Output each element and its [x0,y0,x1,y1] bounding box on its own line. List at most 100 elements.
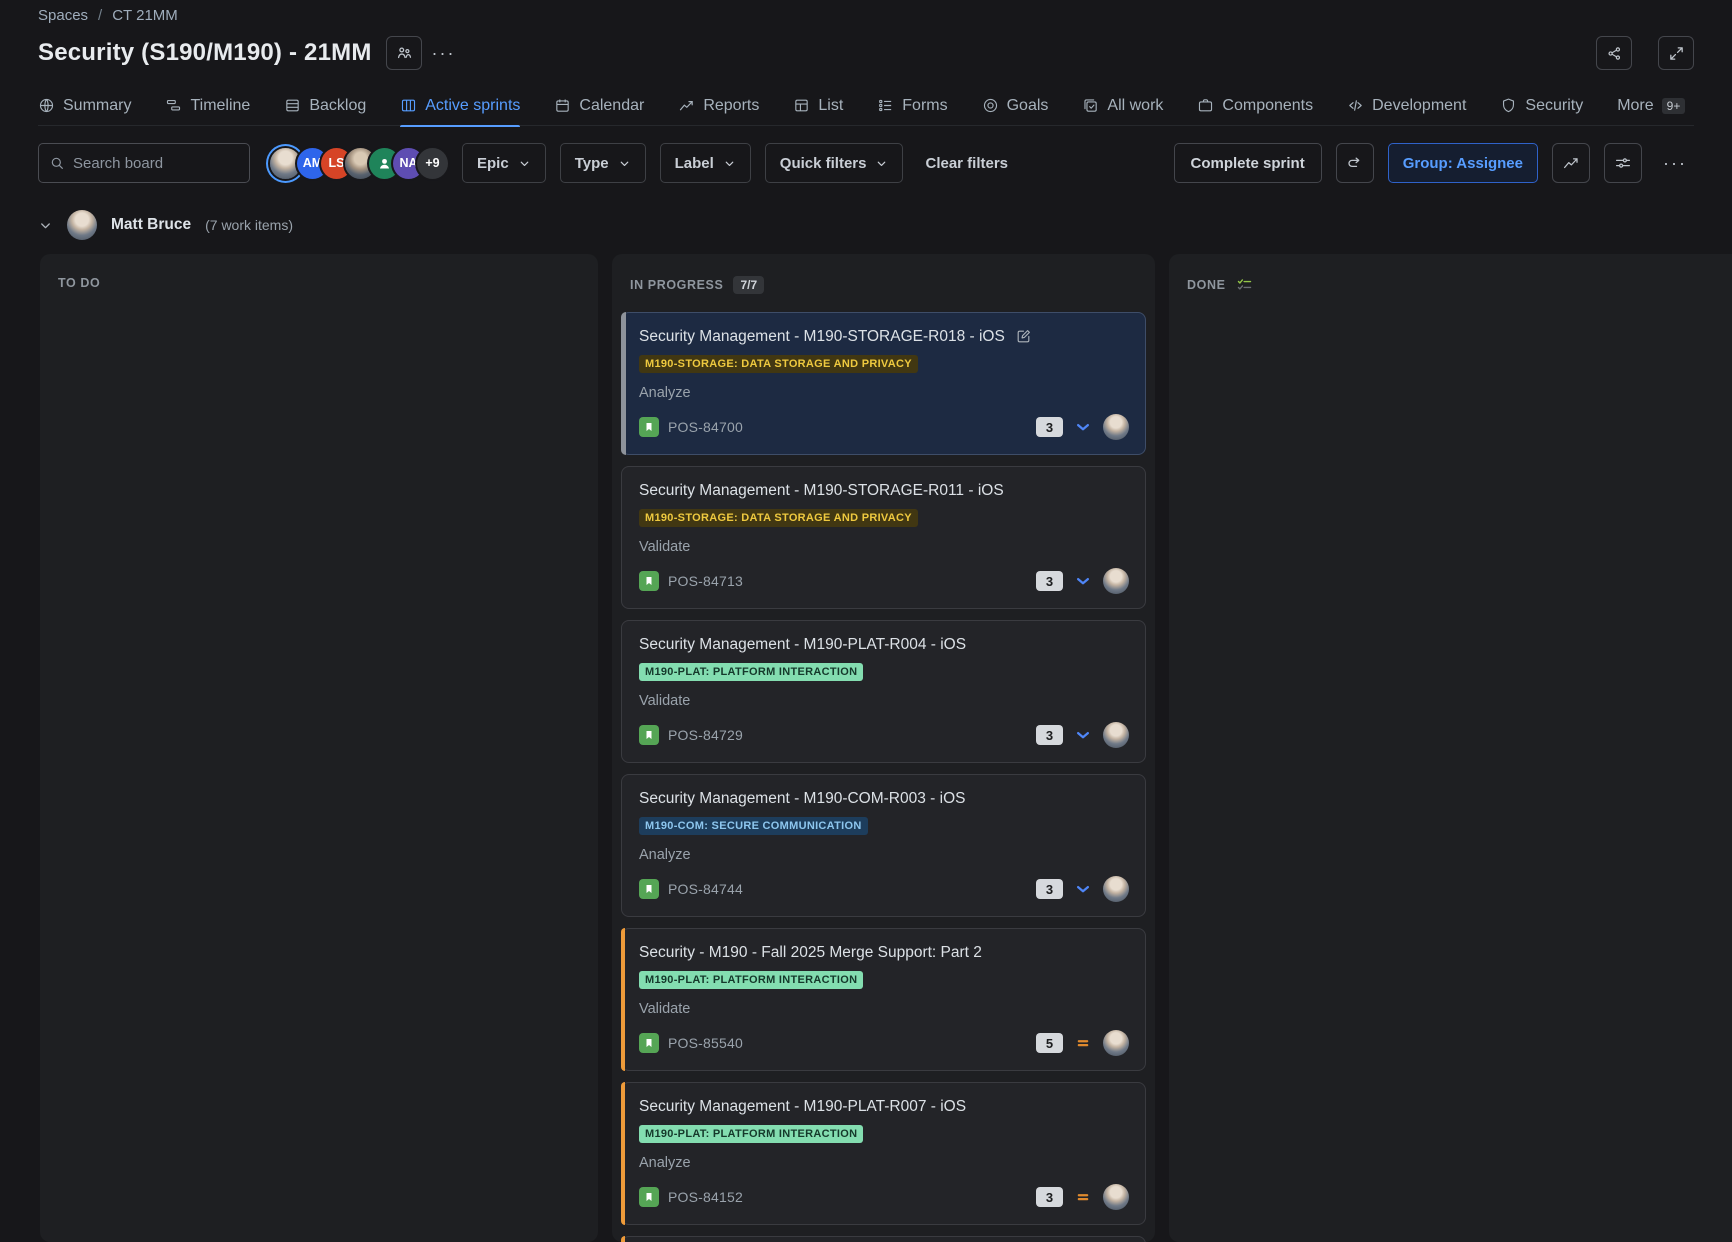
column-header: TO DO [40,254,598,304]
people-icon [395,44,413,62]
fullscreen-button[interactable] [1658,36,1694,70]
breadcrumb-project[interactable]: CT 21MM [112,7,178,24]
card-label[interactable]: M190-STORAGE: DATA STORAGE AND PRIVACY [639,509,918,527]
tab-reports[interactable]: Reports [678,86,759,126]
tab-goals[interactable]: Goals [982,86,1049,126]
avatar[interactable] [1103,1030,1129,1056]
column-todo: TO DO [40,254,598,1242]
card-label[interactable]: M190-PLAT: PLATFORM INTERACTION [639,971,863,989]
board-card[interactable]: Security - M190 - Fall 2025 Merge Suppor… [621,928,1146,1071]
tab-calendar[interactable]: Calendar [554,86,644,126]
card-key[interactable]: POS-85540 [668,1035,743,1051]
card-selection-bar [621,312,626,455]
assignee-avatar [67,210,97,240]
shield-icon [1500,97,1517,114]
search-input[interactable] [73,155,239,172]
automation-loop-icon [1346,154,1364,172]
title-more-button[interactable]: ··· [432,43,456,64]
breadcrumb-spaces[interactable]: Spaces [38,7,88,24]
label-filter-dropdown[interactable]: Label [660,143,751,183]
checklist-icon [1236,276,1253,293]
card-title[interactable]: Security Management - M190-COM-R003 - iO… [639,789,965,808]
card-title[interactable]: Security Management - M190-PLAT-R007 - i… [639,1097,966,1116]
avatar[interactable] [1103,568,1129,594]
board-card[interactable]: Security Management - M190-STORAGE-R011 … [621,466,1146,609]
column-done: DONE [1169,254,1732,1242]
card-key[interactable]: POS-84700 [668,419,743,435]
page-header: Spaces / CT 21MM Security (S190/M190) - … [0,0,1732,126]
collapse-group-button[interactable] [38,218,53,233]
column-header: DONE [1169,254,1732,307]
search-board-box[interactable] [38,143,250,183]
more-count-badge: 9+ [1662,98,1686,114]
check-square-icon [1082,97,1099,114]
avatar[interactable] [1103,414,1129,440]
priority-low-icon [1074,726,1092,744]
tab-development[interactable]: Development [1347,86,1466,126]
share-button[interactable] [1596,36,1632,70]
tab-bar: Summary Timeline Backlog Active sprints … [38,86,1694,126]
insights-icon [1562,154,1580,172]
board-card-partial[interactable] [621,1236,1146,1242]
board-card[interactable]: Security Management - M190-COM-R003 - iO… [621,774,1146,917]
edit-icon[interactable] [1015,328,1032,345]
board-card[interactable]: Security Management - M190-PLAT-R004 - i… [621,620,1146,763]
quick-filters-dropdown[interactable]: Quick filters [765,143,904,183]
complete-sprint-button[interactable]: Complete sprint [1174,143,1322,183]
code-icon [1347,97,1364,114]
board-card[interactable]: Security Management - M190-PLAT-R007 - i… [621,1082,1146,1225]
avatar[interactable] [1103,876,1129,902]
card-key[interactable]: POS-84744 [668,881,743,897]
story-type-icon [639,571,659,591]
card-key[interactable]: POS-84729 [668,727,743,743]
tab-list[interactable]: List [793,86,843,126]
forms-icon [877,97,894,114]
epic-filter-dropdown[interactable]: Epic [462,143,546,183]
person-icon [376,155,393,172]
tab-security[interactable]: Security [1500,86,1583,126]
type-filter-dropdown[interactable]: Type [560,143,646,183]
column-title: IN PROGRESS [630,278,723,292]
automation-button[interactable] [1336,143,1374,183]
sliders-icon [1614,154,1632,172]
people-button[interactable] [386,36,422,70]
avatar[interactable] [1103,722,1129,748]
tab-active-sprints[interactable]: Active sprints [400,86,520,126]
group-by-assignee-button[interactable]: Group: Assignee [1388,143,1538,183]
tab-backlog[interactable]: Backlog [284,86,366,126]
view-settings-button[interactable] [1604,143,1642,183]
board-app: Spaces / CT 21MM Security (S190/M190) - … [0,0,1732,1242]
tab-all-work[interactable]: All work [1082,86,1163,126]
tab-forms[interactable]: Forms [877,86,947,126]
calendar-icon [554,97,571,114]
card-label[interactable]: M190-COM: SECURE COMMUNICATION [639,817,868,835]
priority-low-icon [1074,572,1092,590]
board-more-button[interactable]: ··· [1656,143,1694,183]
card-label[interactable]: M190-PLAT: PLATFORM INTERACTION [639,663,863,681]
card-title[interactable]: Security Management - M190-PLAT-R004 - i… [639,635,966,654]
column-header: IN PROGRESS 7/7 [612,254,1155,308]
breadcrumb: Spaces / CT 21MM [38,4,1694,26]
insights-button[interactable] [1552,143,1590,183]
card-title[interactable]: Security Management - M190-STORAGE-R018 … [639,327,1005,346]
avatar[interactable] [1103,1184,1129,1210]
card-key[interactable]: POS-84152 [668,1189,743,1205]
tab-summary[interactable]: Summary [38,86,131,126]
tab-timeline[interactable]: Timeline [165,86,250,126]
kanban-board: TO DO IN PROGRESS 7/7 Security Managemen… [0,254,1732,1242]
swimlane-header: Matt Bruce (7 work items) [0,208,1732,242]
story-points-badge: 3 [1036,725,1063,745]
tab-more[interactable]: More 9+ [1617,86,1685,126]
clear-filters-button[interactable]: Clear filters [925,155,1008,172]
avatar-filter-overflow[interactable]: +9 [417,148,448,179]
card-title[interactable]: Security - M190 - Fall 2025 Merge Suppor… [639,943,982,962]
card-title[interactable]: Security Management - M190-STORAGE-R011 … [639,481,1004,500]
card-label[interactable]: M190-STORAGE: DATA STORAGE AND PRIVACY [639,355,918,373]
card-key[interactable]: POS-84713 [668,573,743,589]
board-card[interactable]: Security Management - M190-STORAGE-R018 … [621,312,1146,455]
tab-components[interactable]: Components [1197,86,1313,126]
search-icon [49,155,65,171]
story-points-badge: 5 [1036,1033,1063,1053]
card-label[interactable]: M190-PLAT: PLATFORM INTERACTION [639,1125,863,1143]
story-points-badge: 3 [1036,417,1063,437]
